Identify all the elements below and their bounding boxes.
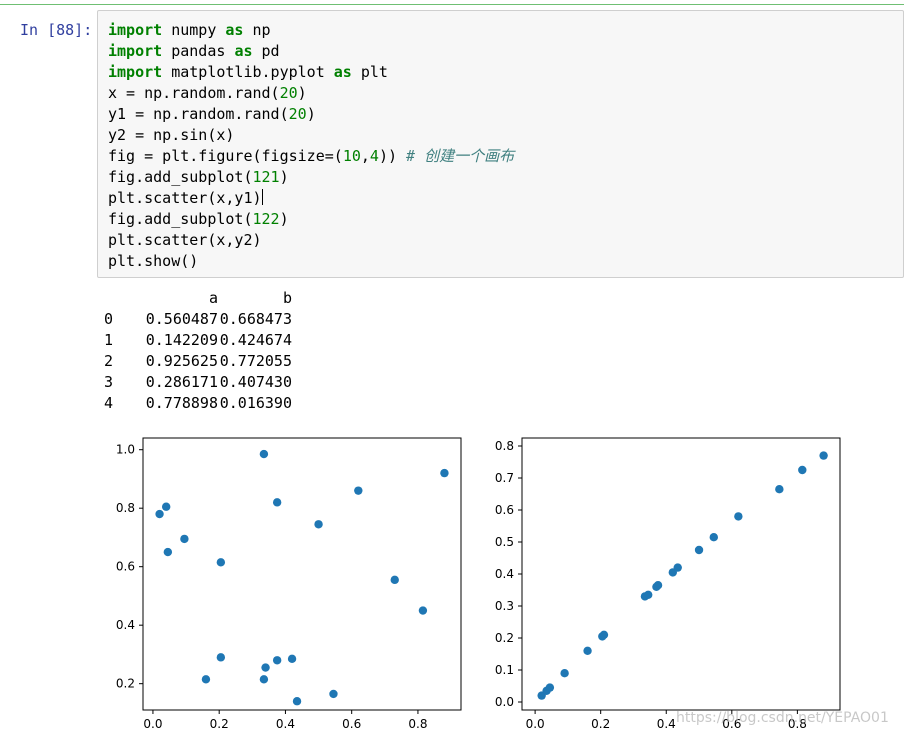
y-tick-label: 0.1 <box>495 663 514 677</box>
y-tick-label: 0.7 <box>495 471 514 485</box>
scatter-point <box>560 669 569 678</box>
scatter-subplot-2: 0.0 0.2 0.4 0.6 0.80.00.10.20.30.40.50.60.70… <box>495 437 841 731</box>
y-tick-label: 0.2 <box>116 677 135 691</box>
scatter-point <box>819 451 828 460</box>
scatter-point <box>709 533 718 542</box>
scatter-point <box>644 590 653 599</box>
x-tick-label: 0.2 <box>210 717 229 731</box>
scatter-point <box>161 502 171 511</box>
scatter-point <box>216 558 226 567</box>
scatter-point <box>272 656 282 665</box>
scatter-point <box>583 646 592 655</box>
scatter-point <box>653 581 663 590</box>
scatter-point <box>354 486 363 495</box>
y-tick-label: 0.8 <box>116 501 135 515</box>
x-tick-label: 0.0 <box>526 717 545 731</box>
y-tick-label: 0.6 <box>116 560 135 574</box>
scatter-point <box>599 630 609 639</box>
scatter-point <box>155 509 164 519</box>
y-tick-label: 1.0 <box>116 443 135 457</box>
scatter-point <box>545 683 555 692</box>
scatter-point <box>287 654 297 664</box>
scatter-point <box>201 675 211 684</box>
y-tick-label: 0.5 <box>495 535 514 549</box>
x-tick-label: 0.2 <box>591 717 610 731</box>
figure-canvas: 0.0 0.2 0.4 0.6 0.80.20.40.60.81.00.0 0.2 0.4 0… <box>116 437 841 731</box>
y-tick-label: 0.4 <box>116 618 135 632</box>
scatter-point <box>440 468 449 478</box>
scatter-point <box>180 534 189 544</box>
y-tick-label: 0.8 <box>495 439 514 453</box>
y-tick-label: 0.2 <box>495 631 514 645</box>
y-tick-label: 0.0 <box>495 695 514 709</box>
scatter-subplot-1: 0.0 0.2 0.4 0.6 0.8 0.2 0.4 0.6 0.8 1.0 <box>116 437 462 731</box>
scatter-point <box>418 606 428 615</box>
y-tick-label: 0.4 <box>495 567 514 581</box>
scatter-point <box>292 697 302 706</box>
scatter-point <box>216 653 226 662</box>
scatter-point <box>259 449 269 459</box>
x-tick-label: 0.8 <box>408 717 427 731</box>
scatter-point <box>314 520 323 529</box>
scatter-point <box>329 689 338 699</box>
axes-frame <box>521 437 841 711</box>
x-tick-label: 0.4 <box>657 717 676 731</box>
scatter-point <box>673 563 682 572</box>
scatter-point <box>694 545 704 555</box>
x-tick-label: 0.6 <box>342 717 361 731</box>
x-tick-label: 0.0 <box>143 717 162 731</box>
scatter-point <box>272 498 282 507</box>
scatter-point <box>734 512 743 521</box>
watermark-text: https://blog.csdn.net/YEPAO01 <box>676 710 889 726</box>
axes-frame <box>142 437 462 711</box>
scatter-point <box>390 575 399 585</box>
scatter-point <box>259 675 269 684</box>
y-tick-label: 0.3 <box>495 599 514 613</box>
scatter-point <box>261 663 270 672</box>
scatter-point <box>798 465 807 475</box>
y-tick-label: 0.6 <box>495 503 514 517</box>
scatter-point <box>775 485 784 494</box>
scatter-point <box>163 547 173 557</box>
x-tick-label: 0.4 <box>276 717 295 731</box>
